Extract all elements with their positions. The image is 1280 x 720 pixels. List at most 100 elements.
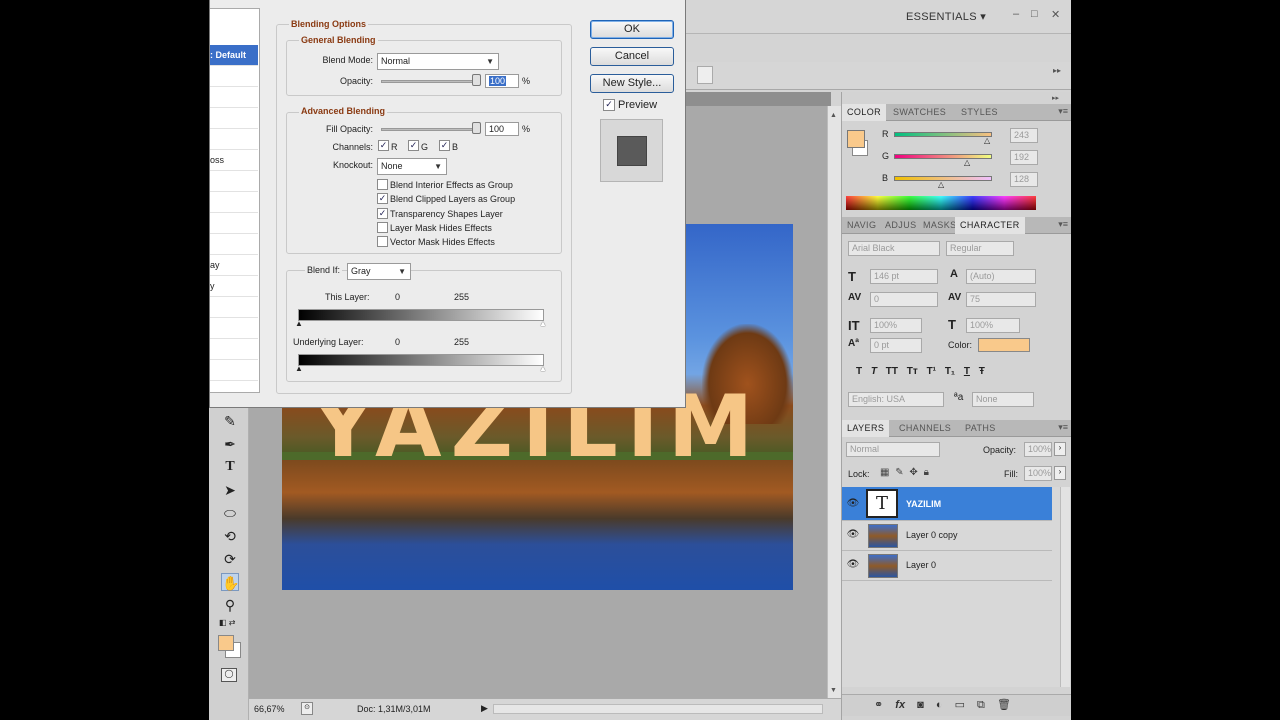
tab-color[interactable]: COLOR bbox=[842, 104, 887, 121]
small-caps-button[interactable]: Tт bbox=[907, 366, 918, 377]
blend-mode-select[interactable]: Normal ▼ bbox=[377, 53, 499, 70]
this-layer-white-thumb[interactable]: ▲ bbox=[539, 319, 547, 328]
ellipse-icon[interactable]: ⬭ bbox=[221, 504, 239, 522]
faux-italic-button[interactable]: T bbox=[871, 366, 877, 377]
underline-button[interactable]: T bbox=[964, 366, 970, 377]
quick-mask-icon[interactable]: ◯ bbox=[221, 668, 237, 682]
ok-button[interactable]: OK bbox=[590, 20, 674, 39]
underlying-black-thumb[interactable]: ▲ bbox=[295, 364, 303, 373]
layer-blend-mode-select[interactable]: Normal bbox=[846, 442, 940, 457]
path-select-icon[interactable]: ➤ bbox=[221, 481, 239, 499]
transparency-shapes-checkbox[interactable]: ✓ bbox=[377, 208, 388, 219]
zoom-level[interactable]: 66,67% bbox=[254, 704, 285, 714]
preview-checkbox[interactable]: ✓ bbox=[603, 99, 615, 111]
tab-swatches[interactable]: SWATCHES bbox=[888, 104, 951, 121]
horizontal-scrollbar[interactable] bbox=[493, 704, 823, 714]
panel-collapse-icon[interactable]: ▸▸ bbox=[1053, 66, 1063, 84]
b-field[interactable]: 128 bbox=[1010, 172, 1038, 187]
blend-if-select[interactable]: Gray ▼ bbox=[347, 263, 411, 280]
style-item[interactable] bbox=[210, 192, 258, 213]
layer-fill-field[interactable]: 100% bbox=[1024, 466, 1052, 481]
style-item[interactable]: oss bbox=[210, 150, 258, 171]
font-size-field[interactable]: 146 pt bbox=[870, 269, 938, 284]
lock-all-icon[interactable]: 🔒︎ bbox=[924, 467, 929, 478]
vector-mask-hides-checkbox[interactable] bbox=[377, 236, 388, 247]
superscript-button[interactable]: T¹ bbox=[927, 366, 936, 377]
tab-paths[interactable]: PATHS bbox=[960, 420, 1001, 437]
lock-move-icon[interactable]: ✥ bbox=[909, 467, 917, 478]
rotate-3d-icon[interactable]: ⟲ bbox=[221, 527, 239, 545]
chevron-right-icon[interactable]: › bbox=[1054, 466, 1066, 480]
pen-icon[interactable]: ✒ bbox=[221, 435, 239, 453]
opacity-slider[interactable] bbox=[381, 80, 481, 83]
fill-opacity-input[interactable]: 100 bbox=[485, 122, 519, 136]
tab-channels[interactable]: CHANNELS bbox=[894, 420, 956, 437]
layer-mask-hides-checkbox[interactable] bbox=[377, 222, 388, 233]
color-fg-swatch[interactable] bbox=[847, 130, 865, 148]
kerning-field[interactable]: 0 bbox=[870, 292, 938, 307]
zoom-icon[interactable]: ⚲ bbox=[221, 596, 239, 614]
mask-icon[interactable]: ◙ bbox=[917, 699, 924, 711]
workspace-switcher[interactable]: ESSENTIALS ▾ bbox=[906, 10, 986, 23]
eye-icon[interactable]: 👁︎ bbox=[846, 529, 860, 541]
maximize-button[interactable]: □ bbox=[1031, 8, 1038, 20]
layer-row-layer-0[interactable]: 👁︎ Layer 0 bbox=[842, 551, 1052, 581]
minimize-button[interactable]: – bbox=[1013, 8, 1019, 20]
leading-field[interactable]: (Auto) bbox=[966, 269, 1036, 284]
g-field[interactable]: 192 bbox=[1010, 150, 1038, 165]
tab-adjustments[interactable]: ADJUS bbox=[880, 217, 922, 234]
default-colors-icon[interactable]: ◧ ⇄ bbox=[219, 618, 235, 627]
new-layer-icon[interactable]: ⧉ bbox=[977, 699, 985, 711]
opacity-slider-thumb[interactable] bbox=[472, 74, 481, 86]
status-menu-icon[interactable]: ⊙ bbox=[301, 702, 313, 715]
style-item[interactable]: ay bbox=[210, 255, 258, 276]
fill-opacity-slider[interactable] bbox=[381, 128, 481, 131]
vertical-scrollbar[interactable]: ▲ ▼ bbox=[827, 106, 841, 698]
new-style-button[interactable]: New Style... bbox=[590, 74, 674, 93]
hand-icon[interactable]: ✋ bbox=[221, 573, 239, 591]
scroll-down-icon[interactable]: ▼ bbox=[830, 687, 837, 694]
dock-collapse-icon[interactable]: ▸▸ bbox=[1052, 94, 1059, 102]
layer-opacity-field[interactable]: 100% bbox=[1024, 442, 1052, 457]
channel-g-checkbox[interactable]: ✓ bbox=[408, 140, 419, 151]
link-icon[interactable]: ⚭ bbox=[874, 699, 883, 711]
g-slider[interactable] bbox=[894, 154, 992, 159]
panel-menu-icon[interactable]: ▾≡ bbox=[1058, 219, 1068, 230]
trash-icon[interactable]: 🗑︎ bbox=[997, 699, 1011, 711]
subscript-button[interactable]: T₁ bbox=[945, 366, 955, 377]
blend-clipped-checkbox[interactable]: ✓ bbox=[377, 193, 388, 204]
status-arrow-icon[interactable]: ▶ bbox=[481, 703, 488, 714]
chevron-right-icon[interactable]: › bbox=[1054, 442, 1066, 456]
style-item[interactable] bbox=[210, 129, 258, 150]
panel-menu-icon[interactable]: ▾≡ bbox=[1058, 106, 1068, 117]
scroll-up-icon[interactable]: ▲ bbox=[830, 112, 837, 119]
adjustment-icon[interactable]: ◐ bbox=[936, 699, 943, 711]
style-item[interactable]: y bbox=[210, 276, 258, 297]
r-slider[interactable] bbox=[894, 132, 992, 137]
language-select[interactable]: English: USA bbox=[848, 392, 944, 407]
this-layer-black-thumb[interactable]: ▲ bbox=[295, 319, 303, 328]
horizontal-scale-field[interactable]: 100% bbox=[966, 318, 1020, 333]
fx-icon[interactable]: fx bbox=[895, 699, 905, 711]
eye-icon[interactable]: 👁︎ bbox=[846, 559, 860, 571]
text-color-swatch[interactable] bbox=[978, 338, 1030, 352]
knockout-select[interactable]: None ▼ bbox=[377, 158, 447, 175]
layer-row-yazilim[interactable]: 👁︎ T YAZILIM bbox=[842, 487, 1052, 521]
vertical-scale-field[interactable]: 100% bbox=[870, 318, 922, 333]
style-item[interactable] bbox=[210, 108, 258, 129]
all-caps-button[interactable]: TT bbox=[886, 366, 898, 377]
style-item-default[interactable]: : Default bbox=[210, 45, 258, 66]
style-item[interactable] bbox=[210, 339, 258, 360]
lock-brush-icon[interactable]: ✎ bbox=[895, 467, 903, 478]
font-style-select[interactable]: Regular bbox=[946, 241, 1014, 256]
channel-r-checkbox[interactable]: ✓ bbox=[378, 140, 389, 151]
style-item[interactable] bbox=[210, 171, 258, 192]
blend-interior-checkbox[interactable] bbox=[377, 179, 388, 190]
font-family-select[interactable]: Arial Black bbox=[848, 241, 940, 256]
panel-menu-icon[interactable]: ▾≡ bbox=[1058, 422, 1068, 433]
baseline-shift-field[interactable]: 0 pt bbox=[870, 338, 922, 353]
layer-row-layer-0-copy[interactable]: 👁︎ Layer 0 copy bbox=[842, 521, 1052, 551]
opacity-input[interactable]: 100 bbox=[485, 74, 519, 88]
b-slider-thumb[interactable]: △ bbox=[938, 180, 944, 189]
lock-transparent-icon[interactable]: ▦ bbox=[880, 467, 889, 478]
